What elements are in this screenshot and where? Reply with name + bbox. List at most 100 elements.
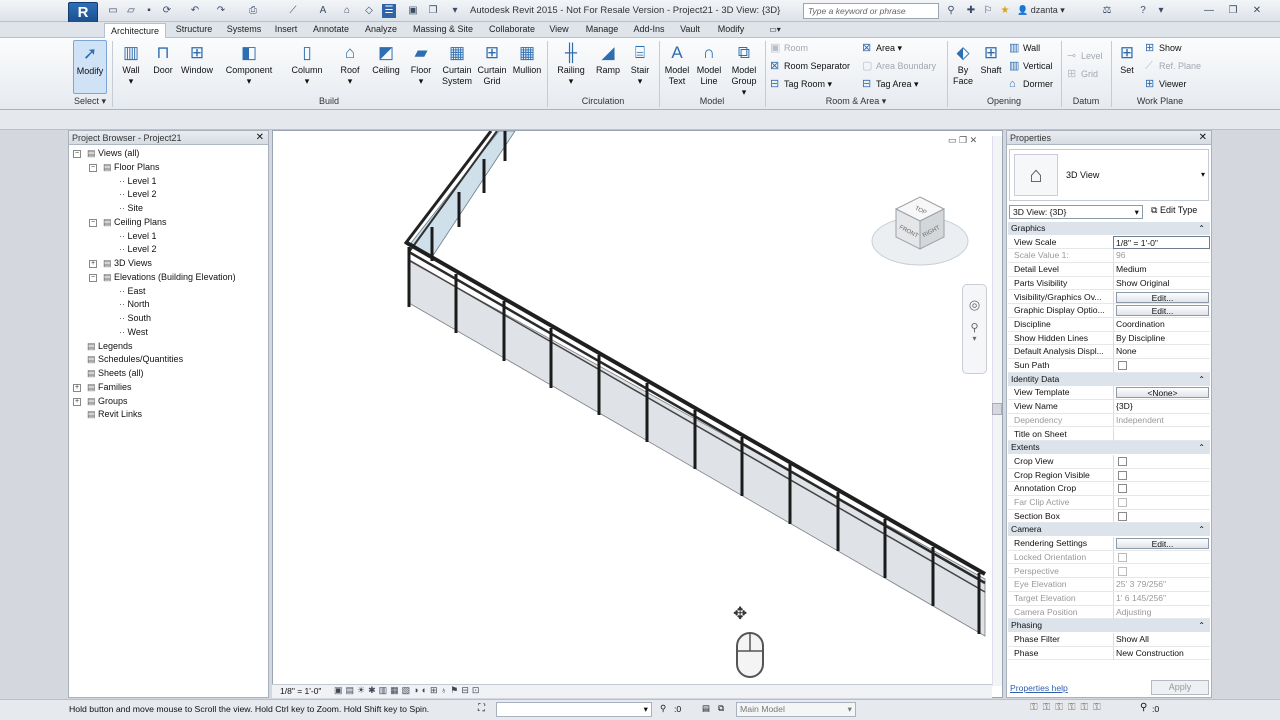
checkbox[interactable] bbox=[1118, 484, 1127, 494]
workset-dropdown[interactable]: ▾ bbox=[496, 702, 652, 717]
curtain-system-button[interactable]: ▦ Curtain System bbox=[438, 40, 476, 94]
curtain-grid-button[interactable]: ⊞ Curtain Grid bbox=[474, 40, 510, 94]
tab-modify[interactable]: Modify bbox=[712, 22, 750, 38]
search-input[interactable]: Type a keyword or phrase bbox=[803, 3, 939, 19]
text-icon[interactable]: A bbox=[316, 4, 330, 18]
property-group-camera[interactable]: Camera ⌃ bbox=[1008, 523, 1210, 537]
view-control-icons[interactable]: ▣▤☀✱▥▦▧◑◐⊞♁⚑⊟⊡ bbox=[334, 685, 482, 696]
tree-item[interactable]: ▤ 3D Views bbox=[103, 258, 152, 269]
3d-view-canvas[interactable]: ▭ ❐ ✕ TOP FRONT RIGHT ✥ bbox=[272, 130, 1003, 698]
thin-lines-icon[interactable]: ☰ bbox=[382, 4, 396, 18]
apply-button[interactable]: Apply bbox=[1151, 680, 1209, 695]
edit-type-button[interactable]: ⧉ Edit Type bbox=[1151, 205, 1197, 216]
user-account[interactable]: 👤 dzanta ▾ bbox=[1017, 5, 1065, 16]
dormer-button[interactable]: ⌂ Dormer bbox=[1009, 76, 1053, 92]
view-instance-selector[interactable]: 3D View: {3D} ▾ bbox=[1009, 205, 1143, 219]
railing-button[interactable]: ╫ Railing ▾ bbox=[553, 40, 589, 94]
ref-plane-button[interactable]: ⟋ Ref. Plane bbox=[1145, 58, 1201, 74]
edit-button[interactable]: Edit... bbox=[1116, 291, 1209, 303]
property-value[interactable]: 1/8" = 1'-0" bbox=[1113, 235, 1210, 249]
window-button[interactable]: ⊞ Window bbox=[178, 40, 216, 94]
checkbox[interactable] bbox=[1118, 566, 1127, 576]
checkbox[interactable] bbox=[1118, 470, 1127, 480]
ribbon-toggle-icon[interactable]: ▭▾ bbox=[764, 22, 786, 38]
room-separator-button[interactable]: ⊠ Room Separator bbox=[770, 58, 850, 74]
type-selector[interactable]: ⌂ 3D View ▾ bbox=[1009, 149, 1209, 201]
subscription-icon[interactable]: ✚ bbox=[964, 4, 978, 18]
tab-insert[interactable]: Insert bbox=[270, 22, 302, 38]
open-folder-icon[interactable]: ▱ bbox=[124, 4, 138, 18]
exchange-icon[interactable]: ⚖ bbox=[1100, 4, 1114, 18]
tree-item[interactable]: ·· South bbox=[119, 313, 151, 323]
communication-icon[interactable]: ⚐ bbox=[981, 4, 995, 18]
tree-item[interactable]: ·· Level 2 bbox=[119, 189, 157, 199]
tree-item[interactable]: ·· West bbox=[119, 327, 148, 337]
viewer-button[interactable]: ⊞ Viewer bbox=[1145, 76, 1186, 92]
tree-item[interactable]: ▤ Floor Plans bbox=[103, 162, 160, 173]
application-menu-button[interactable]: R bbox=[68, 2, 98, 24]
room-button[interactable]: ▣ Room bbox=[770, 40, 808, 56]
wall-opening-button[interactable]: ▥ Wall bbox=[1009, 40, 1040, 56]
component-button[interactable]: ◧ Component ▾ bbox=[220, 40, 278, 94]
tab-structure[interactable]: Structure bbox=[170, 22, 218, 38]
property-value[interactable]: 96 bbox=[1113, 249, 1210, 263]
edit-button[interactable]: <None> bbox=[1116, 387, 1209, 399]
open-icon[interactable]: ▭ bbox=[106, 4, 120, 18]
property-group-identity[interactable]: Identity Data ⌃ bbox=[1008, 372, 1210, 386]
collapse-icon[interactable]: − bbox=[73, 150, 81, 158]
collapse-icon[interactable]: − bbox=[89, 163, 97, 172]
close-icon[interactable]: ✕ bbox=[256, 131, 264, 145]
checkbox[interactable] bbox=[1118, 361, 1127, 370]
tree-item[interactable]: ▤ Revit Links bbox=[87, 409, 142, 420]
model-text-button[interactable]: A Model Text bbox=[661, 40, 693, 94]
room-area-panel-label[interactable]: Room & Area ▾ bbox=[766, 95, 946, 108]
property-group-graphics[interactable]: Graphics ⌃ bbox=[1008, 222, 1210, 235]
tab-vault[interactable]: Vault bbox=[674, 22, 706, 38]
column-button[interactable]: ▯ Column ▾ bbox=[286, 40, 328, 94]
expand-icon[interactable]: + bbox=[73, 383, 81, 392]
property-value[interactable]: {3D} bbox=[1113, 400, 1210, 414]
sync-icon[interactable]: ⟳ bbox=[160, 4, 174, 18]
property-group-phasing[interactable]: Phasing ⌃ bbox=[1008, 619, 1210, 633]
selection-filter-icons[interactable]: ⚿⚿⚿⚿⚿⚿ bbox=[1030, 702, 1106, 713]
filter-icon[interactable]: ⚲ bbox=[660, 703, 666, 714]
collapse-icon[interactable]: ⌃ bbox=[1198, 441, 1205, 454]
collapse-icon[interactable]: ⌃ bbox=[1198, 523, 1205, 536]
tab-view[interactable]: View bbox=[546, 22, 572, 38]
property-value[interactable]: None bbox=[1113, 345, 1210, 359]
switch-windows-icon[interactable]: ❐ bbox=[426, 4, 440, 18]
close-icon[interactable]: ✕ bbox=[1250, 4, 1264, 18]
customize-qat-icon[interactable]: ▾ bbox=[448, 4, 462, 18]
tree-item[interactable]: ·· Level 1 bbox=[119, 231, 157, 241]
3d-view-icon[interactable]: ⌂ bbox=[340, 4, 354, 18]
tree-item[interactable]: ▤ Sheets (all) bbox=[87, 368, 144, 379]
vertical-scroll-thumb[interactable] bbox=[992, 403, 1002, 415]
tag-room-button[interactable]: ⊟ Tag Room ▾ bbox=[770, 76, 832, 92]
steering-wheel-icon[interactable]: ◎ bbox=[963, 297, 986, 313]
property-value[interactable]: 25' 3 79/256" bbox=[1113, 578, 1210, 592]
tree-item[interactable]: ·· Site bbox=[119, 203, 143, 213]
design-option-dropdown[interactable]: Main Model ▾ bbox=[736, 702, 856, 717]
tree-item[interactable]: ▤ Families bbox=[87, 382, 132, 393]
model-group-button[interactable]: ⧉ Model Group ▾ bbox=[726, 40, 762, 97]
grid-button[interactable]: ⊞ Grid bbox=[1067, 66, 1098, 82]
close-hidden-icon[interactable]: ▣ bbox=[406, 4, 420, 18]
viewcube[interactable]: TOP FRONT RIGHT bbox=[870, 193, 974, 273]
view-window-controls[interactable]: ▭ ❐ ✕ bbox=[948, 135, 977, 146]
by-face-button[interactable]: ⬖ By Face bbox=[949, 40, 977, 94]
tab-collaborate[interactable]: Collaborate bbox=[484, 22, 540, 38]
expand-icon[interactable]: + bbox=[89, 260, 97, 268]
tree-item[interactable]: ·· Level 2 bbox=[119, 244, 157, 254]
checkbox[interactable] bbox=[1118, 456, 1127, 466]
view-scale[interactable]: 1/8" = 1'-0" bbox=[280, 686, 321, 696]
tab-annotate[interactable]: Annotate bbox=[308, 22, 354, 38]
property-group-extents[interactable]: Extents ⌃ bbox=[1008, 441, 1210, 455]
model-line-button[interactable]: ∩ Model Line bbox=[693, 40, 725, 94]
property-value[interactable]: Independent bbox=[1113, 413, 1210, 427]
tree-item[interactable]: ·· North bbox=[119, 299, 150, 309]
collapse-icon[interactable]: ⌃ bbox=[1198, 373, 1205, 386]
level-button[interactable]: ⊸ Level bbox=[1067, 48, 1103, 64]
property-value[interactable]: Show Original bbox=[1113, 276, 1210, 290]
minimize-icon[interactable]: — bbox=[1202, 4, 1216, 18]
vertical-opening-button[interactable]: ▥ Vertical bbox=[1009, 58, 1053, 74]
